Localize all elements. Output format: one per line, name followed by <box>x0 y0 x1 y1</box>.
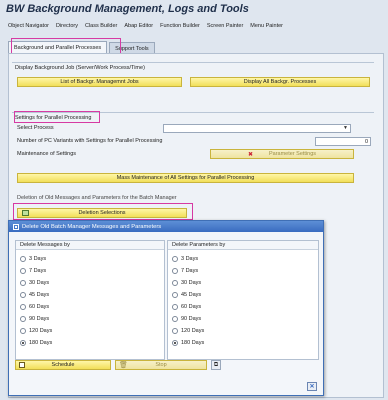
messages-header: Delete Messages by <box>16 241 164 250</box>
messages-option-3[interactable]: 3 Days <box>20 256 46 262</box>
stop-label: Stop <box>155 362 167 368</box>
variants-count-field: 0 <box>315 137 371 146</box>
section-title: Settings for Parallel Processing <box>15 115 92 121</box>
parameters-header: Delete Parameters by <box>168 241 318 250</box>
variants-label: Number of PC Variants with Settings for … <box>17 138 163 144</box>
option-label: 90 Days <box>181 316 202 322</box>
messages-option-120[interactable]: 120 Days <box>20 328 52 334</box>
option-label: 180 Days <box>181 340 205 346</box>
tab-strip: Background and Parallel Processes Suppor… <box>8 38 155 54</box>
delete-dialog: Delete Old Batch Manager Messages and Pa… <box>8 220 324 396</box>
section-title: Display Background Job (Server/Work Proc… <box>15 65 145 71</box>
option-label: 60 Days <box>29 304 50 310</box>
radio-icon <box>20 316 26 322</box>
option-label: 120 Days <box>29 328 53 334</box>
title-bar: BW Background Management, Logs and Tools <box>0 0 388 18</box>
option-label: 3 Days <box>181 256 199 262</box>
dialog-toolbar: Schedule 🗑 Stop ⧉ <box>15 360 319 372</box>
option-label: 7 Days <box>29 268 47 274</box>
parameters-option-45[interactable]: 45 Days <box>172 292 201 298</box>
select-process-dropdown[interactable]: ▼ <box>163 124 351 133</box>
radio-selected-icon <box>20 340 26 346</box>
mass-maintenance-button[interactable]: Mass Maintenance of All Settings for Par… <box>17 173 354 183</box>
option-label: 45 Days <box>181 292 202 298</box>
parameters-option-7[interactable]: 7 Days <box>172 268 198 274</box>
option-label: 7 Days <box>181 268 199 274</box>
warning-icon: ✖ <box>247 151 253 158</box>
maintenance-label: Maintenance of Settings <box>17 151 77 157</box>
calendar-icon <box>19 362 25 368</box>
messages-option-45[interactable]: 45 Days <box>20 292 49 298</box>
radio-icon <box>20 280 26 286</box>
radio-icon <box>172 304 178 310</box>
parameter-settings-label: Parameter Settings <box>268 151 317 157</box>
schedule-button[interactable]: Schedule <box>15 360 111 370</box>
copy-icon[interactable]: ⧉ <box>211 360 221 370</box>
radio-icon <box>20 268 26 274</box>
list-jobs-button[interactable]: List of Backgr. Managemnt Jobs <box>17 77 182 87</box>
option-label: 90 Days <box>29 316 50 322</box>
dialog-header: Delete Old Batch Manager Messages and Pa… <box>9 221 323 232</box>
option-label: 180 Days <box>29 340 53 346</box>
display-all-processes-button[interactable]: Display All Backgr. Processes <box>190 77 370 87</box>
schedule-label: Schedule <box>51 362 75 368</box>
stop-button[interactable]: 🗑 Stop <box>115 360 207 370</box>
option-label: 45 Days <box>29 292 50 298</box>
menu-item-class-builder[interactable]: Class Builder <box>85 23 117 29</box>
select-process-label: Select Process <box>17 125 54 131</box>
parameters-option-180[interactable]: 180 Days <box>172 340 204 346</box>
menu-bar: Object Navigator Directory Class Builder… <box>0 20 388 32</box>
parameters-option-3[interactable]: 3 Days <box>172 256 198 262</box>
radio-icon <box>172 316 178 322</box>
messages-option-60[interactable]: 60 Days <box>20 304 49 310</box>
menu-item-object-navigator[interactable]: Object Navigator <box>8 23 49 29</box>
option-label: 3 Days <box>29 256 47 262</box>
menu-item-menu-painter[interactable]: Menu Painter <box>250 23 283 29</box>
close-icon[interactable]: ✕ <box>307 382 317 391</box>
radio-icon <box>172 328 178 334</box>
deletion-selections-button[interactable]: Deletion Selections <box>17 208 187 218</box>
messages-option-30[interactable]: 30 Days <box>20 280 49 286</box>
menu-item-directory[interactable]: Directory <box>56 23 78 29</box>
radio-icon <box>172 268 178 274</box>
parameters-option-120[interactable]: 120 Days <box>172 328 204 334</box>
option-label: 30 Days <box>181 280 202 286</box>
grid-icon <box>22 210 29 216</box>
page-title: BW Background Management, Logs and Tools <box>6 3 249 15</box>
menu-item-screen-painter[interactable]: Screen Painter <box>207 23 243 29</box>
window-icon <box>13 223 19 230</box>
deletion-selections-label: Deletion Selections <box>78 210 126 216</box>
radio-icon <box>172 292 178 298</box>
parameters-option-90[interactable]: 90 Days <box>172 316 201 322</box>
messages-option-90[interactable]: 90 Days <box>20 316 49 322</box>
menu-item-function-builder[interactable]: Function Builder <box>160 23 200 29</box>
radio-icon <box>20 256 26 262</box>
trash-icon: 🗑 <box>119 362 128 369</box>
parameters-option-30[interactable]: 30 Days <box>172 280 201 286</box>
radio-icon <box>172 256 178 262</box>
delete-parameters-group: Delete Parameters by 3 Days 7 Days 30 Da… <box>167 240 319 360</box>
option-label: 120 Days <box>181 328 205 334</box>
radio-icon <box>20 304 26 310</box>
dialog-title: Delete Old Batch Manager Messages and Pa… <box>22 223 162 230</box>
radio-icon <box>172 280 178 286</box>
parameters-option-60[interactable]: 60 Days <box>172 304 201 310</box>
menu-item-abap-editor[interactable]: Abap Editor <box>124 23 153 29</box>
option-label: 60 Days <box>181 304 202 310</box>
option-label: 30 Days <box>29 280 50 286</box>
messages-option-7[interactable]: 7 Days <box>20 268 46 274</box>
radio-icon <box>20 292 26 298</box>
delete-messages-group: Delete Messages by 3 Days 7 Days 30 Days… <box>15 240 165 360</box>
parameter-settings-button[interactable]: ✖ Parameter Settings <box>210 149 354 159</box>
messages-option-180[interactable]: 180 Days <box>20 340 52 346</box>
deletion-section-title: Deletion of Old Messages and Parameters … <box>17 195 177 201</box>
chevron-down-icon: ▼ <box>343 125 348 131</box>
radio-icon <box>20 328 26 334</box>
radio-selected-icon <box>172 340 178 346</box>
